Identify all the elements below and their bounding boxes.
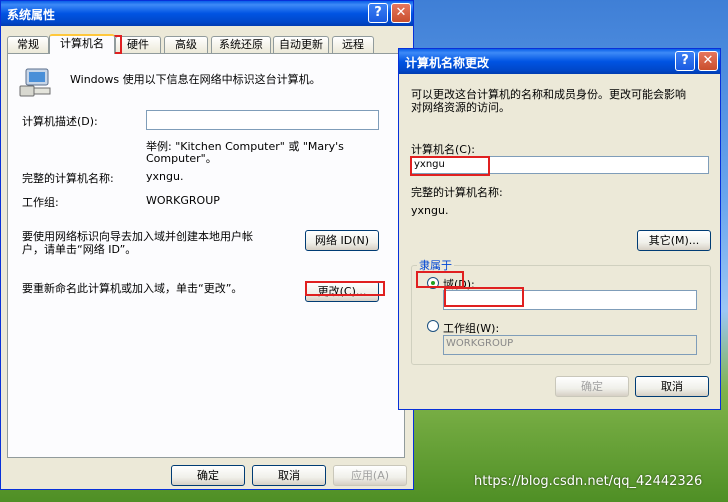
title-bar[interactable]: 计算机名称更改 ? ✕ [399, 49, 720, 74]
description-input[interactable] [146, 110, 379, 130]
ok-button[interactable]: 确定 [171, 465, 245, 486]
full-name-value: yxngu. [146, 170, 184, 183]
name-label: 计算机名(C): [411, 143, 475, 156]
close-button[interactable]: ✕ [391, 3, 411, 23]
window-title: 系统属性 [7, 8, 56, 22]
tab-remote[interactable]: 远程 [332, 36, 374, 53]
system-properties-dialog: 系统属性 ? ✕ 常规 计算机名 硬件 高级 系统还原 自动更新 远程 Wind… [0, 0, 414, 490]
help-button[interactable]: ? [675, 51, 695, 71]
network-id-button[interactable]: 网络 ID(N) [305, 230, 379, 251]
full-name-label: 完整的计算机名称: [411, 186, 503, 199]
window-title: 计算机名称更改 [405, 56, 490, 70]
intro-text: Windows 使用以下信息在网络中标识这台计算机。 [70, 73, 321, 86]
computer-icon [18, 66, 54, 98]
close-button[interactable]: ✕ [698, 51, 718, 71]
network-id-text-2: 户，请单击“网络 ID”。 [22, 243, 137, 256]
tab-computer-name[interactable]: 计算机名 [49, 34, 115, 54]
member-of-label: 隶属于 [417, 257, 454, 273]
workgroup-input[interactable]: WORKGROUP [443, 335, 697, 355]
cancel-button[interactable]: 取消 [252, 465, 326, 486]
domain-radio[interactable] [427, 277, 439, 289]
example-line-2: Computer"。 [146, 152, 217, 165]
tab-automatic-updates[interactable]: 自动更新 [273, 36, 329, 53]
tab-general[interactable]: 常规 [7, 36, 49, 53]
help-button[interactable]: ? [368, 3, 388, 23]
change-button[interactable]: 更改(C)... [305, 281, 379, 302]
workgroup-label: 工作组(W): [443, 322, 500, 335]
tab-advanced[interactable]: 高级 [164, 36, 208, 53]
ok-button[interactable]: 确定 [555, 376, 629, 397]
more-button[interactable]: 其它(M)... [637, 230, 711, 251]
cancel-button[interactable]: 取消 [635, 376, 709, 397]
apply-button[interactable]: 应用(A) [333, 465, 407, 486]
domain-input[interactable] [443, 290, 697, 310]
computer-name-changes-dialog: 计算机名称更改 ? ✕ 可以更改这台计算机的名称和成员身份。更改可能会影响 对网… [398, 48, 721, 410]
computer-name-panel: Windows 使用以下信息在网络中标识这台计算机。 计算机描述(D): 举例:… [7, 53, 405, 458]
watermark: https://blog.csdn.net/qq_42442326 [474, 474, 703, 489]
description-label: 计算机描述(D): [22, 115, 98, 128]
workgroup-radio[interactable] [427, 320, 439, 332]
full-name-value: yxngu. [411, 204, 449, 217]
tab-hardware[interactable]: 硬件 [115, 36, 161, 53]
full-name-label: 完整的计算机名称: [22, 172, 114, 185]
intro-line-2: 对网络资源的访问。 [411, 101, 510, 114]
workgroup-label: 工作组: [22, 196, 59, 209]
rename-text: 要重新命名此计算机或加入域，单击“更改”。 [22, 282, 243, 295]
tab-system-restore[interactable]: 系统还原 [211, 36, 271, 53]
title-bar[interactable]: 系统属性 ? ✕ [1, 1, 413, 26]
computer-name-input[interactable]: yxngu [411, 156, 709, 174]
workgroup-value: WORKGROUP [146, 194, 220, 207]
